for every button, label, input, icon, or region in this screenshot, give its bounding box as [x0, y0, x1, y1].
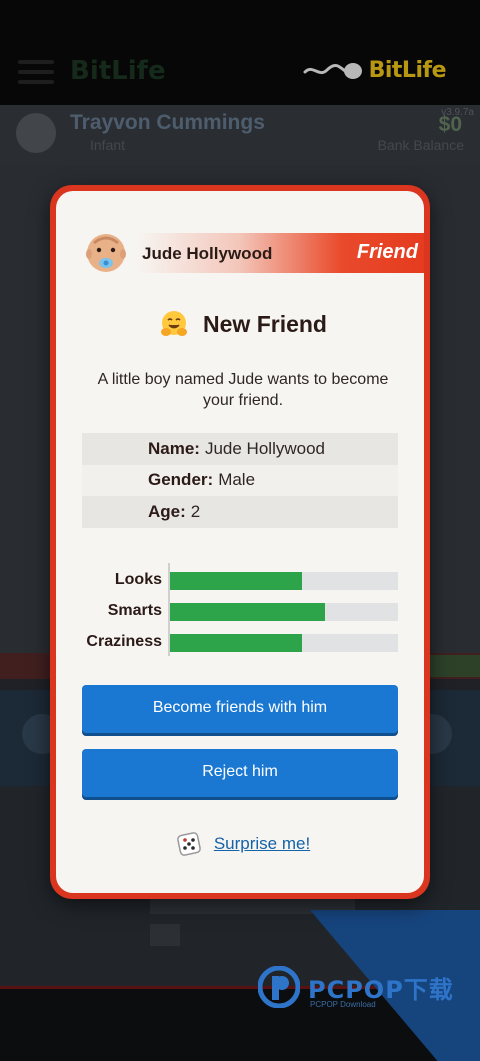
info-label: Gender: [148, 470, 214, 490]
watermark: PCPOP下载 PCPOP Download [258, 966, 454, 1009]
surprise-row: Surprise me! [56, 831, 424, 857]
relation-label: Friend [356, 241, 418, 263]
hugging-face-icon [161, 311, 188, 336]
info-value: 2 [190, 501, 201, 521]
pcpop-logo-icon [258, 966, 300, 1008]
info-value: Male [218, 470, 256, 490]
info-value: Jude Hollywood [204, 438, 325, 458]
stat-track [170, 634, 398, 652]
watermark-sub: PCPOP Download [310, 1000, 376, 1009]
stat-track [170, 603, 398, 621]
stat-smarts: Smarts [56, 594, 424, 625]
info-row-gender: Gender: Male [82, 464, 398, 496]
info-label: Name: [148, 438, 200, 458]
info-label: Age: [148, 501, 186, 521]
info-row-age: Age: 2 [82, 496, 398, 528]
stat-looks: Looks [56, 563, 424, 594]
dialog-title-row: New Friend [56, 309, 424, 339]
dialog-title: New Friend [203, 310, 327, 337]
info-table: Name: Jude Hollywood Gender: Male Age: 2 [82, 433, 398, 528]
new-friend-dialog: Jude Hollywood Friend New Friend A littl… [50, 185, 430, 899]
stat-craziness: Craziness [56, 625, 424, 656]
stat-label: Smarts [107, 602, 162, 619]
surprise-me-link[interactable]: Surprise me! [214, 834, 310, 854]
person-name: Jude Hollywood [142, 244, 273, 263]
stat-fill [170, 572, 303, 590]
dialog-description: A little boy named Jude wants to become … [97, 371, 389, 409]
stat-track [170, 572, 398, 590]
stat-fill [170, 603, 326, 621]
baby-with-pacifier-icon [86, 234, 126, 272]
dialog-header: Jude Hollywood Friend [56, 231, 424, 275]
stats-section: Looks Smarts Craziness [56, 563, 424, 656]
reject-button[interactable]: Reject him [82, 749, 398, 797]
dialog-body: Jude Hollywood Friend New Friend A littl… [56, 191, 424, 893]
info-row-name: Name: Jude Hollywood [82, 433, 398, 465]
stat-fill [170, 634, 303, 652]
become-friends-button[interactable]: Become friends with him [82, 685, 398, 733]
dice-icon[interactable] [176, 831, 202, 857]
stat-label: Craziness [86, 633, 162, 650]
stat-label: Looks [114, 571, 162, 588]
